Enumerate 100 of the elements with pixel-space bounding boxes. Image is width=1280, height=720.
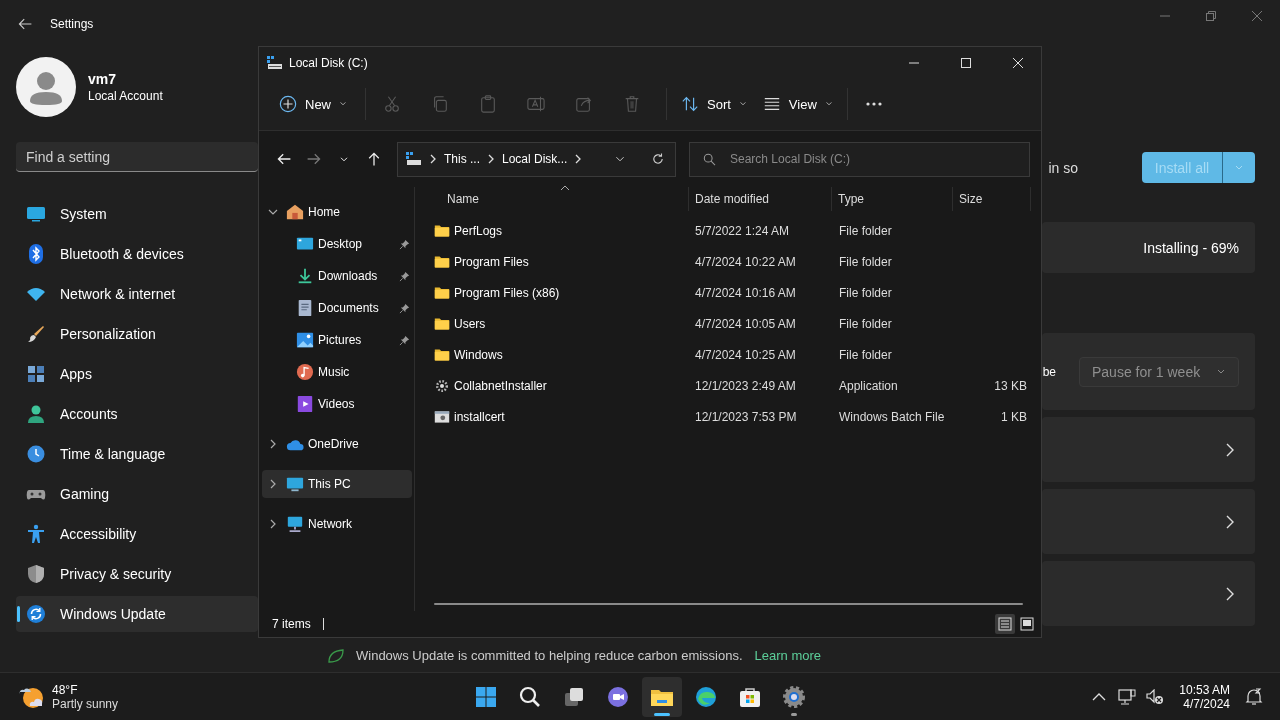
tree-item[interactable]: Pictures	[262, 326, 412, 354]
clock-icon	[26, 444, 46, 464]
brush-icon	[26, 324, 46, 344]
nav-item[interactable]: Windows Update	[16, 596, 258, 632]
browser-icon	[694, 684, 718, 709]
leaf-icon	[328, 648, 344, 663]
table-cell: 4/7/2024 10:25 AM	[695, 347, 796, 362]
column-header[interactable]: Date modified	[689, 187, 832, 211]
tree-item[interactable]: Home	[262, 198, 412, 226]
tree-item[interactable]: Network	[262, 510, 412, 538]
column-header[interactable]: Name	[417, 187, 689, 211]
table-cell: File folder	[839, 316, 892, 331]
picture-icon	[296, 331, 314, 349]
chevron-right-icon	[1225, 514, 1235, 529]
table-cell: File folder	[839, 285, 892, 300]
clipboard-icon	[479, 95, 497, 113]
gear-icon	[434, 377, 450, 394]
start-icon	[474, 684, 498, 709]
file-name[interactable]: installcert	[454, 409, 505, 424]
file-name[interactable]: Program Files	[454, 254, 529, 269]
tree-item[interactable]: Music	[262, 358, 412, 386]
speaker-muted-icon	[1146, 688, 1165, 705]
footer-text: Windows Update is committed to helping reduce carbon emissions.	[356, 648, 743, 663]
maximize-icon	[960, 56, 972, 69]
sort-button[interactable]: Sort	[673, 86, 755, 122]
nav-item[interactable]: Accounts	[16, 396, 258, 432]
column-header[interactable]: Type	[832, 187, 953, 211]
table-cell: 1 KB	[1001, 409, 1027, 424]
document-icon	[296, 299, 314, 317]
tree-item[interactable]: Desktop	[262, 230, 412, 258]
table-cell: 12/1/2023 7:53 PM	[695, 409, 797, 424]
file-name[interactable]: Users	[454, 316, 486, 331]
pause-dropdown[interactable]: Pause for 1 week	[1079, 356, 1239, 387]
nav-item[interactable]: Time & language	[16, 436, 258, 472]
tree-item[interactable]: Documents	[262, 294, 412, 322]
more-icon	[864, 101, 883, 107]
new-button[interactable]: New	[271, 86, 355, 122]
search-field[interactable]: Search Local Disk (C:)	[689, 141, 1030, 177]
chevron-right-icon	[429, 154, 437, 164]
nav-item[interactable]: Bluetooth & devices	[16, 236, 258, 272]
nav-item[interactable]: Gaming	[16, 476, 258, 512]
trash-icon	[623, 95, 641, 113]
table-cell: File folder	[839, 223, 892, 238]
back-icon	[276, 151, 292, 167]
person-icon	[26, 404, 46, 424]
tiles-view-button[interactable]	[1017, 614, 1037, 634]
search-field[interactable]: Find a setting	[16, 142, 258, 172]
home-icon	[286, 203, 304, 221]
item-count: 7 items	[272, 617, 311, 631]
nav-item[interactable]: Privacy & security	[16, 556, 258, 592]
nav-item[interactable]: Accessibility	[16, 516, 258, 552]
shield-icon	[26, 564, 46, 584]
view-button[interactable]: View	[754, 86, 841, 122]
tree-item[interactable]: This PC	[262, 470, 412, 498]
copy-icon	[431, 95, 449, 113]
learn-more-link[interactable]: Learn more	[754, 648, 822, 663]
address-bar[interactable]: This ... Local Disk...	[397, 141, 676, 177]
date: 4/7/2024	[1183, 696, 1230, 711]
caret-icon	[339, 100, 347, 108]
nav-item[interactable]: Network & internet	[16, 276, 258, 312]
account-type: Local Account	[88, 89, 163, 103]
close-icon	[1251, 10, 1263, 22]
refresh-icon[interactable]	[651, 152, 665, 166]
table-cell: 12/1/2023 2:49 AM	[695, 378, 796, 393]
progress-text: Installing - 69%	[1143, 239, 1239, 256]
tree-item[interactable]: Videos	[262, 390, 412, 418]
file-name[interactable]: Program Files (x86)	[454, 285, 560, 300]
table-cell: 4/7/2024 10:22 AM	[695, 254, 796, 269]
file-name[interactable]: CollabnetInstaller	[454, 378, 547, 393]
clock-button[interactable]: 10:53 AM 4/7/2024	[1171, 682, 1238, 711]
breadcrumb-item[interactable]: This ...	[444, 152, 480, 166]
breadcrumb-item[interactable]: Local Disk...	[502, 152, 568, 166]
download-icon	[296, 267, 314, 285]
tiles-icon	[1020, 617, 1034, 631]
caret-icon	[824, 100, 833, 108]
chat-icon	[606, 684, 630, 709]
nav-item[interactable]: Personalization	[16, 316, 258, 352]
folder-icon	[434, 315, 450, 332]
search-icon	[518, 684, 542, 709]
nav-item[interactable]: Apps	[16, 356, 258, 392]
tree-item[interactable]: OneDrive	[262, 430, 412, 458]
chevron-right-icon	[574, 154, 583, 164]
computer-icon	[286, 475, 304, 493]
file-name[interactable]: PerfLogs	[454, 223, 503, 238]
details-view-button[interactable]	[995, 614, 1015, 634]
column-header[interactable]: Size	[953, 187, 1031, 211]
time: 10:53 AM	[1179, 682, 1230, 697]
table-cell: 4/7/2024 10:05 AM	[695, 316, 796, 331]
tree-item[interactable]: Downloads	[262, 262, 412, 290]
nav-item[interactable]: System	[16, 196, 258, 232]
chevron-right-icon	[1225, 442, 1235, 457]
file-name[interactable]: Windows	[454, 347, 503, 362]
folder-icon	[434, 253, 450, 270]
folder-button[interactable]	[642, 676, 682, 717]
scrollbar[interactable]	[434, 603, 1023, 605]
plus-icon	[279, 95, 297, 113]
table-cell: 5/7/2022 1:24 AM	[695, 223, 790, 238]
network-icon	[286, 515, 304, 533]
gear-icon	[782, 684, 806, 709]
temperature: 48°F	[52, 682, 79, 697]
